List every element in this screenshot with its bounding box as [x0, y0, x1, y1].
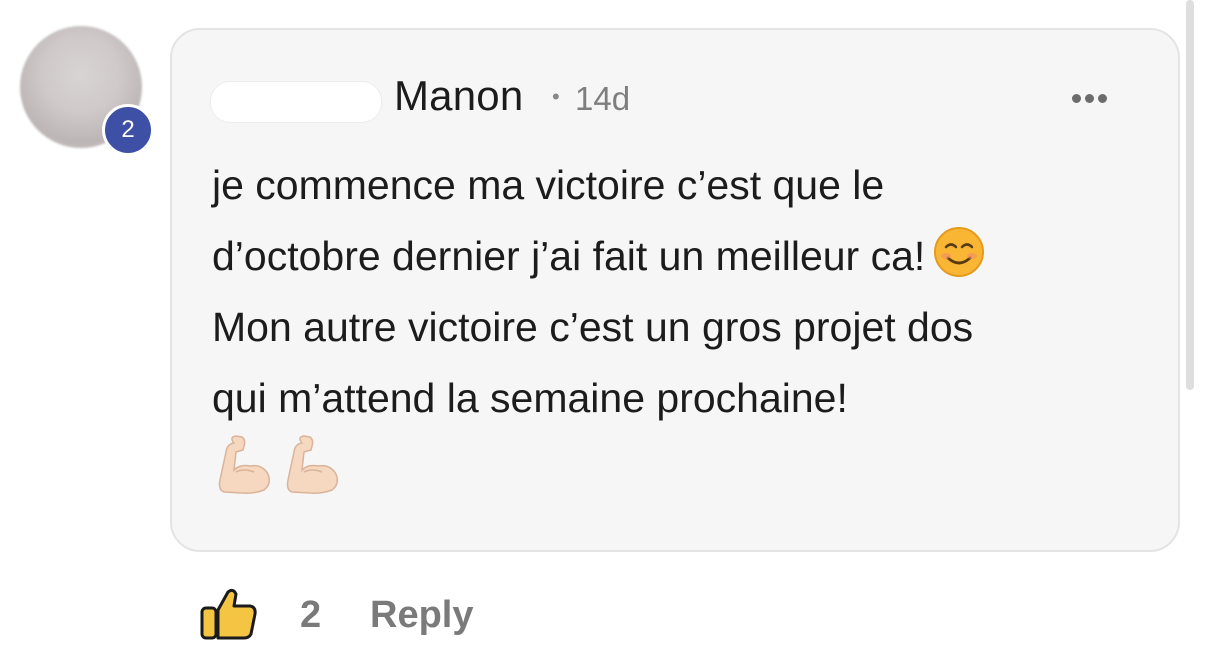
comment-line: qui m’attend la semaine prochaine! [212, 375, 848, 421]
separator-dot: • [552, 84, 560, 109]
thumbs-up-icon[interactable] [200, 588, 258, 640]
flexed-biceps-icon [287, 435, 339, 494]
avatar-badge: 2 [102, 104, 154, 156]
comment-line: Mon autre victoire c’est un gros projet … [212, 304, 974, 350]
comment-line: d’octobre dernier j’ai fait un meilleur … [212, 233, 926, 279]
reply-button[interactable]: Reply [370, 594, 473, 637]
like-count: 2 [300, 594, 322, 636]
redacted-name [210, 81, 382, 123]
comment-line: je commence ma victoire c’est que le [212, 162, 885, 208]
comment-line-with-emoji: d’octobre dernier j’ai fait un meilleur … [212, 221, 1142, 292]
smiling-face-icon [934, 227, 985, 277]
emoji-row [214, 434, 346, 498]
comment-text: je commence ma victoire c’est que le d’o… [212, 150, 1142, 434]
scrollbar[interactable] [1186, 0, 1194, 390]
timestamp[interactable]: 14d [575, 80, 630, 118]
author-name[interactable]: Manon [394, 72, 523, 120]
more-horizontal-icon[interactable] [1072, 90, 1122, 106]
flexed-biceps-icon [218, 435, 271, 494]
comment-bubble: Manon • 14d je commence ma victoire c’es… [170, 28, 1180, 552]
